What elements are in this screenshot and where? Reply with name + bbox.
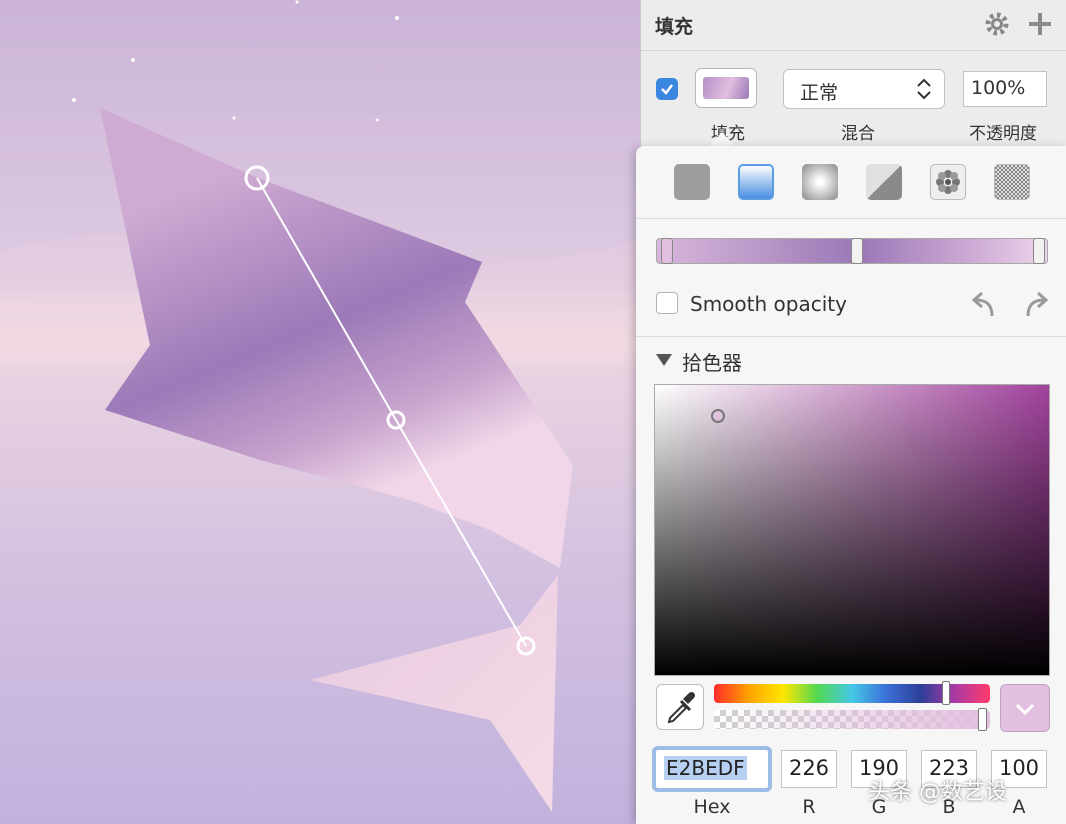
design-canvas[interactable] xyxy=(0,0,640,824)
popover-arrow xyxy=(708,132,736,147)
disclosure-triangle-icon[interactable] xyxy=(656,354,672,366)
blend-mode-value: 正常 xyxy=(800,82,839,104)
red-input[interactable]: 226 xyxy=(781,750,837,788)
linear-gradient-icon[interactable] xyxy=(738,164,774,200)
blend-mode-select[interactable]: 正常 xyxy=(783,69,945,109)
chevron-updown-icon xyxy=(917,78,931,100)
color-picker-title: 拾色器 xyxy=(682,351,742,375)
hue-slider[interactable] xyxy=(714,681,990,705)
opacity-label: 不透明度 xyxy=(969,124,1037,144)
gradient-bar[interactable] xyxy=(656,238,1048,264)
gradient-stop[interactable] xyxy=(1033,238,1045,264)
hue-slider-knob[interactable] xyxy=(942,681,950,705)
angular-gradient-icon[interactable] xyxy=(866,164,902,200)
hex-input[interactable]: E2BEDF xyxy=(652,746,772,792)
rotate-left-icon[interactable] xyxy=(968,290,1002,320)
plus-icon[interactable] xyxy=(1027,11,1053,37)
checkmark-icon xyxy=(661,84,673,95)
noise-fill-icon[interactable] xyxy=(994,164,1030,200)
radial-gradient-icon[interactable] xyxy=(802,164,838,200)
blend-label: 混合 xyxy=(841,124,875,144)
watermark: 头条 @数艺设 xyxy=(868,780,1007,805)
color-picker-popover: Smooth opacity 拾色器 E2BEDF Hex 226 190 22… xyxy=(636,146,1066,824)
pattern-fill-icon[interactable] xyxy=(930,164,966,200)
divider xyxy=(636,336,1066,337)
saturation-brightness-field[interactable] xyxy=(654,384,1050,676)
alpha-slider-knob[interactable] xyxy=(978,708,987,731)
hex-value: E2BEDF xyxy=(664,756,747,780)
smooth-opacity-checkbox[interactable] xyxy=(656,292,678,314)
chevron-down-icon xyxy=(1015,703,1035,716)
fill-enabled-checkbox[interactable] xyxy=(656,78,678,100)
fill-color-well[interactable] xyxy=(695,68,757,108)
gradient-stop[interactable] xyxy=(851,238,863,264)
header-divider xyxy=(641,50,1066,51)
solid-fill-icon[interactable] xyxy=(674,164,710,200)
smooth-opacity-label: Smooth opacity xyxy=(690,292,847,316)
fill-section-title: 填充 xyxy=(655,16,694,38)
divider xyxy=(636,218,1066,219)
canvas-artwork xyxy=(0,0,640,824)
rotate-right-icon[interactable] xyxy=(1018,290,1052,320)
color-picker-knob[interactable] xyxy=(711,409,725,423)
gear-icon[interactable] xyxy=(984,11,1010,37)
color-presets-button[interactable] xyxy=(1000,684,1050,732)
gradient-stop[interactable] xyxy=(661,238,673,264)
opacity-input[interactable]: 100% xyxy=(963,71,1047,107)
red-label: R xyxy=(802,796,816,818)
eyedropper-icon xyxy=(667,692,695,724)
eyedropper-button[interactable] xyxy=(656,684,704,730)
hex-label: Hex xyxy=(693,796,731,818)
alpha-slider[interactable] xyxy=(714,708,990,731)
